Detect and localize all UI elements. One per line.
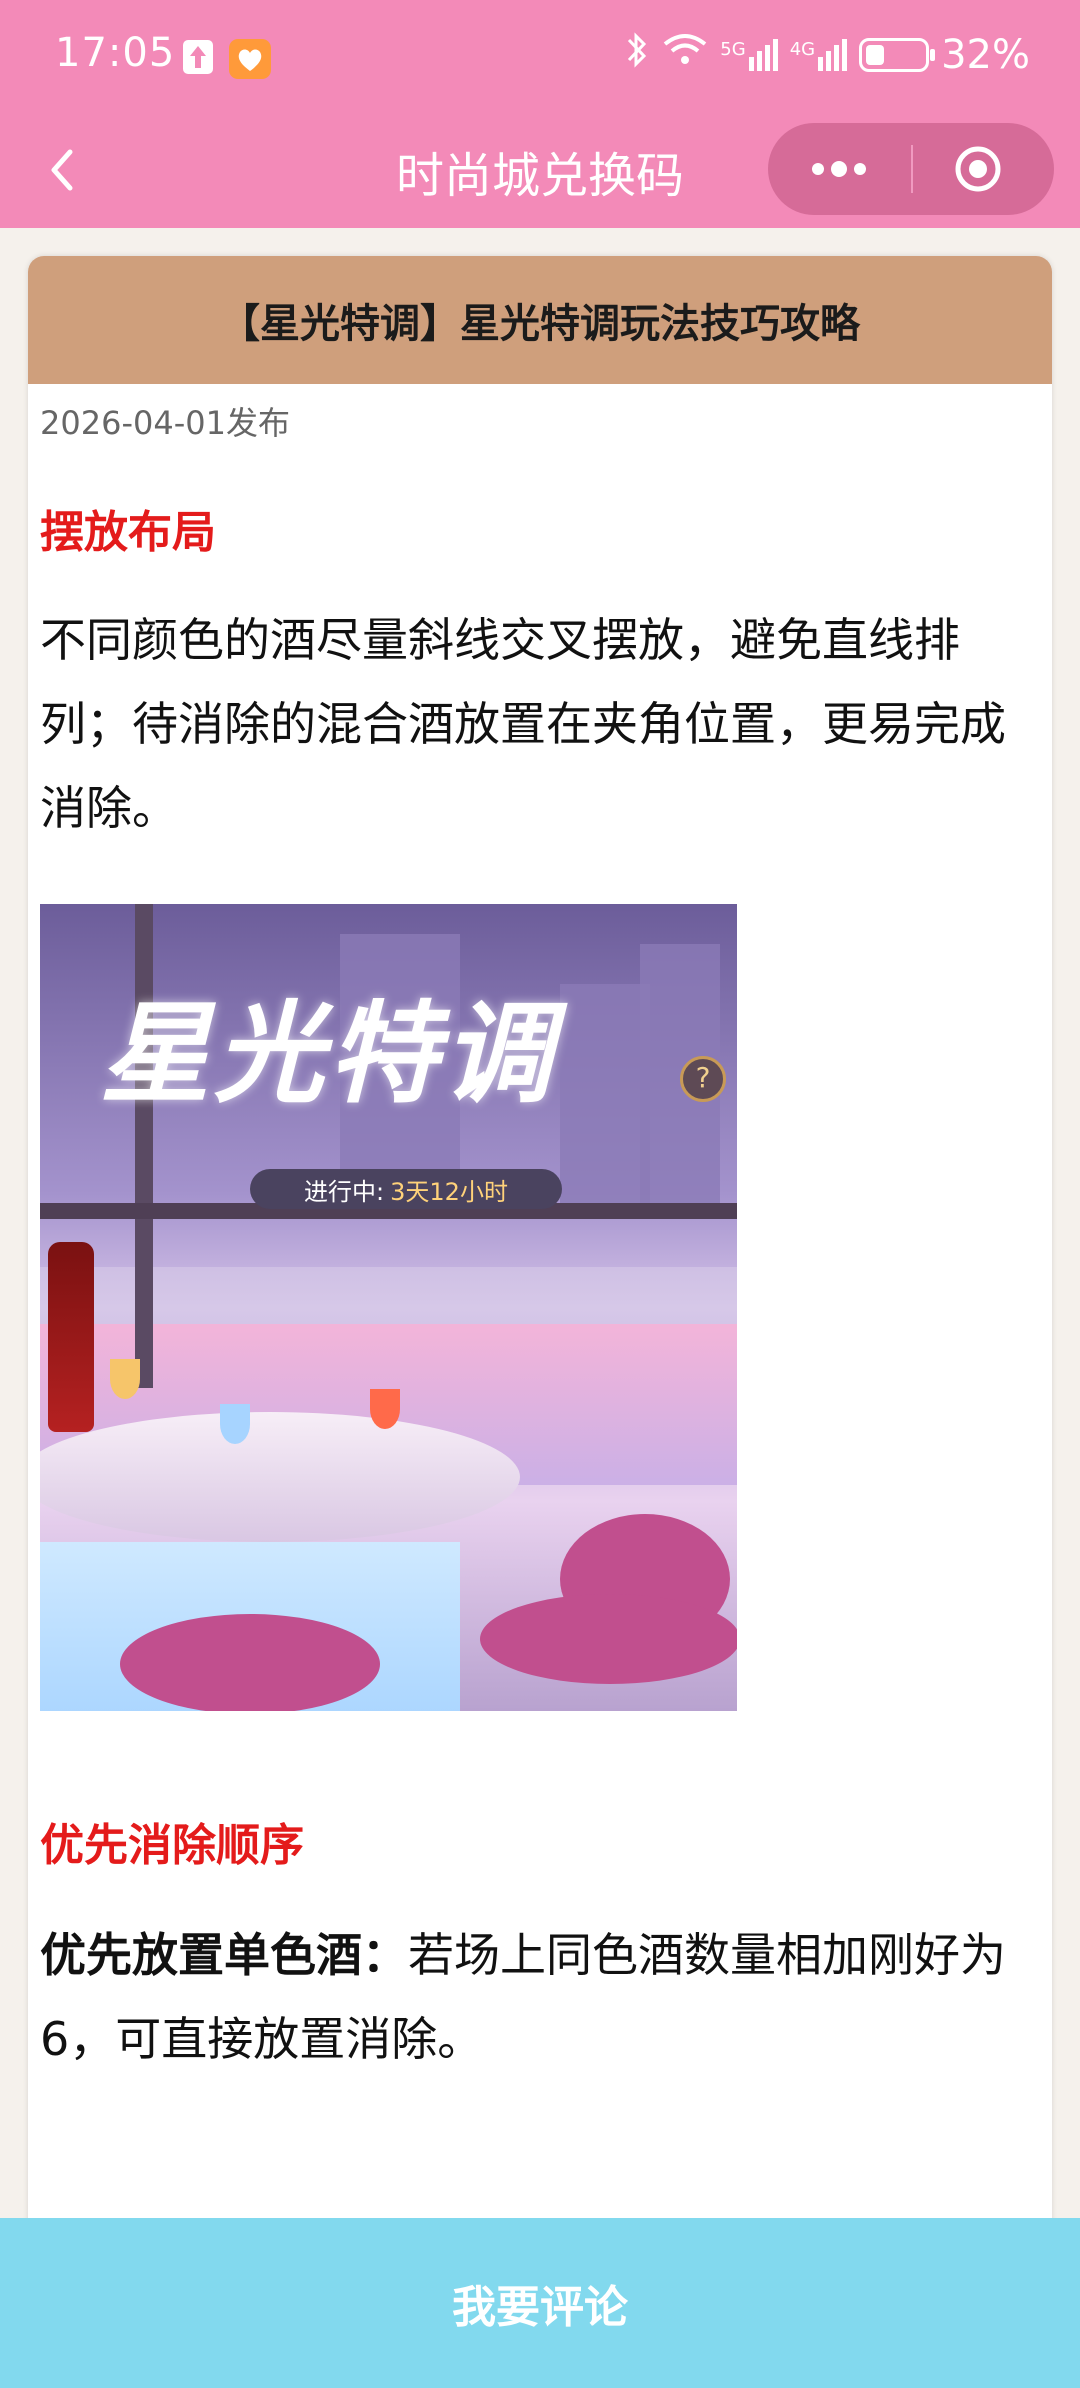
status-time: 17:05: [55, 30, 176, 76]
wine-bottle: [48, 1242, 94, 1432]
publish-date: 2026-04-01发布: [40, 404, 290, 442]
more-options-icon[interactable]: [806, 145, 872, 193]
battery-percent: 32%: [941, 32, 1030, 78]
heart-app-icon: [229, 39, 271, 79]
image-chair: [120, 1614, 380, 1711]
battery-icon: [859, 38, 936, 72]
image-chair: [480, 1594, 737, 1684]
capsule-divider: [911, 145, 913, 193]
comment-button[interactable]: 我要评论: [0, 2218, 1080, 2388]
signal-5g-icon: 5G: [720, 39, 778, 71]
article-card: 【星光特调】星光特调玩法技巧攻略 2026-04-01发布 摆放布局 不同颜色的…: [28, 256, 1052, 2388]
cocktail-glass: [110, 1359, 140, 1399]
upload-icon: [183, 40, 213, 74]
status-bar: 17:05 5G 4G 32%: [0, 0, 1080, 120]
cocktail-glass: [370, 1389, 400, 1429]
image-title: 星光特调: [100, 990, 556, 1118]
event-status-pill: 进行中: 3天12小时: [250, 1169, 562, 1209]
article-image[interactable]: 星光特调 进行中: 3天12小时 ?: [40, 904, 737, 1711]
bluetooth-icon: [624, 30, 650, 80]
wifi-icon: [662, 30, 708, 80]
event-status-value: 3天12小时: [390, 1177, 508, 1206]
section-title-layout: 摆放布局: [40, 507, 216, 558]
section-text-layout: 不同颜色的酒尽量斜线交叉摆放，避免直线排列；待消除的混合酒放置在夹角位置，更易完…: [40, 613, 1006, 835]
signal-4g-icon: 4G: [790, 39, 848, 71]
battery-fill: [866, 45, 884, 65]
navigation-bar: 时尚城兑换码: [0, 120, 1080, 228]
event-status-label: 进行中:: [304, 1177, 385, 1206]
image-table: [40, 1412, 520, 1543]
mini-program-capsule: [768, 123, 1054, 215]
help-icon: ?: [680, 1056, 726, 1102]
image-building: [560, 984, 650, 1204]
cocktail-glass: [220, 1404, 250, 1444]
section-title-priority: 优先消除顺序: [40, 1820, 304, 1871]
section-text-priority: 优先放置单色酒：若场上同色酒数量相加刚好为 6，可直接放置消除。: [40, 1913, 1040, 2081]
article-title: 【星光特调】星光特调玩法技巧攻略: [28, 256, 1052, 384]
close-target-icon[interactable]: [954, 145, 1002, 193]
priority-bold-label: 优先放置单色酒：: [40, 1928, 408, 1982]
